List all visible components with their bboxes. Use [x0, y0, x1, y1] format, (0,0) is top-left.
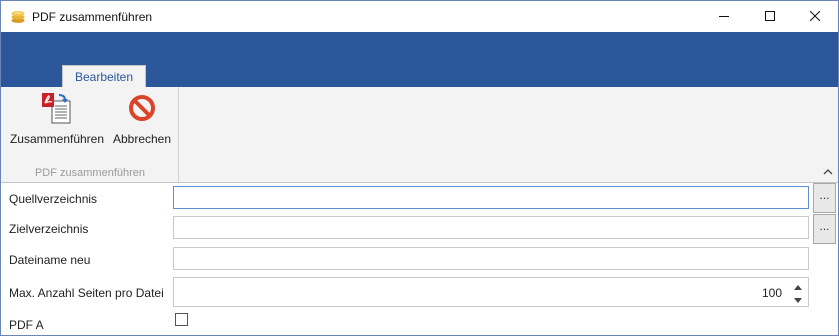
cancel-icon [125, 91, 159, 128]
target-dir-browse-button[interactable]: ... [813, 214, 836, 244]
spin-up-icon[interactable] [793, 282, 803, 292]
ribbon-header: Bearbeiten [1, 32, 838, 88]
cancel-button-label: Abbrechen [112, 132, 172, 146]
max-pages-label: Max. Anzahl Seiten pro Datei [9, 286, 164, 300]
coins-icon [10, 9, 26, 24]
ribbon-group-pdf-merge: Zusammenführen Abbrechen PDF zusammenfüh… [1, 87, 179, 182]
ribbon-group-label: PDF zusammenführen [34, 167, 146, 179]
window-title: PDF zusammenführen [32, 10, 153, 24]
source-dir-input[interactable] [174, 187, 808, 208]
chevron-up-icon[interactable] [821, 165, 835, 179]
source-dir-label: Quellverzeichnis [9, 192, 98, 206]
max-pages-stepper[interactable]: 100 [173, 277, 809, 307]
new-filename-field[interactable] [173, 247, 809, 270]
maximize-button[interactable] [747, 1, 793, 32]
target-dir-field[interactable] [173, 216, 809, 239]
minimize-icon [719, 10, 729, 24]
main-window: PDF zusammenführen Bearbeiten Zusammenfü… [0, 0, 839, 336]
max-pages-value[interactable]: 100 [762, 286, 782, 300]
ribbon-body: Zusammenführen Abbrechen PDF zusammenfüh… [1, 87, 838, 183]
new-filename-input[interactable] [174, 248, 808, 269]
minimize-button[interactable] [701, 1, 747, 32]
target-dir-label: Zielverzeichnis [9, 222, 89, 236]
new-filename-label: Dateiname neu [9, 253, 91, 267]
merge-button-label: Zusammenführen [9, 132, 105, 146]
source-dir-field[interactable] [173, 186, 809, 209]
source-dir-browse-button[interactable]: ... [813, 183, 836, 213]
pdf-a-label: PDF A [9, 318, 44, 332]
target-dir-input[interactable] [174, 217, 808, 238]
pdf-a-checkbox[interactable] [175, 313, 188, 326]
merge-button[interactable]: Zusammenführen [9, 91, 105, 149]
close-icon [809, 10, 821, 24]
title-bar: PDF zusammenführen [1, 1, 838, 32]
tab-bearbeiten[interactable]: Bearbeiten [62, 65, 146, 88]
spin-down-icon[interactable] [793, 294, 803, 304]
maximize-icon [765, 10, 775, 24]
cancel-button[interactable]: Abbrechen [111, 91, 173, 149]
close-button[interactable] [792, 1, 838, 32]
pdf-merge-icon [40, 91, 74, 128]
